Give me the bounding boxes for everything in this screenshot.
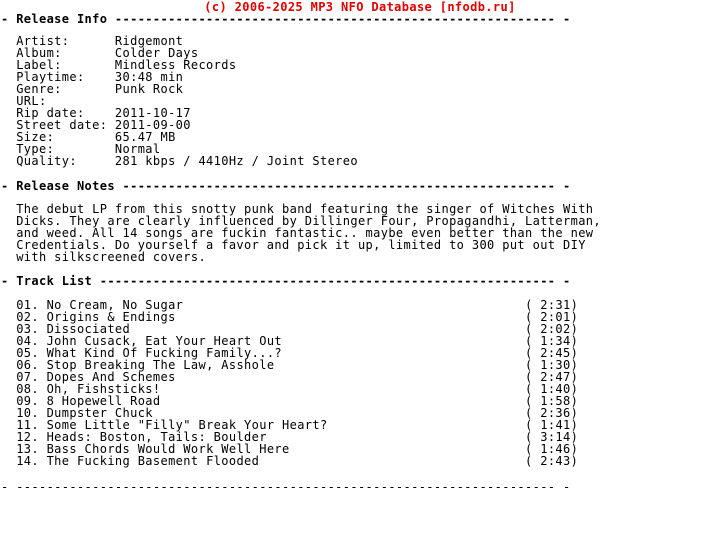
track-list-heading: - Track List ---------------------------… xyxy=(1,274,571,288)
track-gap xyxy=(259,454,525,468)
track-duration: ( 2:43) xyxy=(525,454,579,468)
release-info-table: Artist: Ridgemont Album: Colder Days Lab… xyxy=(1,35,358,167)
footer-separator: - --------------------------------------… xyxy=(1,480,571,494)
release-notes-text: The debut LP from this snotty punk band … xyxy=(1,203,601,263)
track-title: The Fucking Basement Flooded xyxy=(38,454,260,468)
release-info-heading: - Release Info -------------------------… xyxy=(1,12,571,26)
track-number: 14. xyxy=(1,454,39,468)
release-notes-heading: - Release Notes ------------------------… xyxy=(1,179,571,193)
release-info-row: Quality: 281 kbps / 4410Hz / Joint Stere… xyxy=(1,155,358,167)
release-notes-line: with silkscreened covers. xyxy=(1,250,207,264)
track-list-table: 01. No Cream, No Sugar ( 2:31) 02. Origi… xyxy=(1,299,578,467)
release-info-value: 281 kbps / 4410Hz / Joint Stereo xyxy=(114,154,358,168)
release-info-value: Punk Rock xyxy=(114,82,184,96)
nfo-page: (c) 2006-2025 MP3 NFO Database [nfodb.ru… xyxy=(0,0,720,552)
release-info-label: Quality: xyxy=(1,154,115,168)
track-row: 14. The Fucking Basement Flooded ( 2:43) xyxy=(1,455,578,467)
